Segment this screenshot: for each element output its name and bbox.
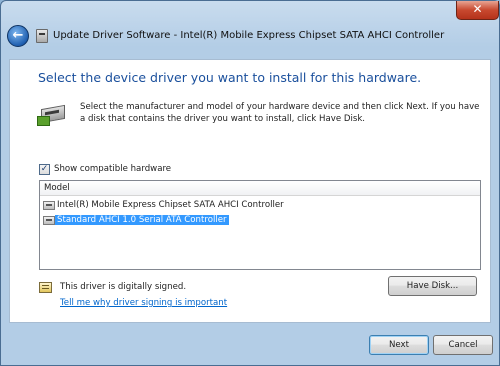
back-arrow-icon: ←: [12, 28, 24, 43]
close-button[interactable]: ✕: [456, 1, 499, 20]
list-item-label: Intel(R) Mobile Express Chipset SATA AHC…: [57, 200, 284, 210]
checkmark-icon: ✓: [40, 164, 49, 174]
list-item-label: Standard AHCI 1.0 Serial ATA Controller: [55, 215, 229, 225]
model-list[interactable]: Model Intel(R) Mobile Express Chipset SA…: [39, 180, 481, 270]
window-title: Update Driver Software - Intel(R) Mobile…: [53, 30, 445, 41]
list-item[interactable]: Intel(R) Mobile Express Chipset SATA AHC…: [42, 199, 287, 212]
model-header-label: Model: [44, 183, 70, 193]
signature-status: This driver is digitally signed.: [60, 282, 187, 292]
hardware-disk-icon: [37, 101, 67, 127]
device-manager-icon: [36, 29, 48, 43]
cancel-button[interactable]: Cancel: [433, 335, 493, 355]
driver-icon: [43, 201, 55, 210]
have-disk-button[interactable]: Have Disk...: [388, 276, 477, 296]
show-compatible-checkbox[interactable]: ✓: [39, 164, 50, 175]
show-compatible-label[interactable]: Show compatible hardware: [54, 164, 171, 174]
title-bar: ← Update Driver Software - Intel(R) Mobi…: [1, 1, 499, 59]
update-driver-window: ← Update Driver Software - Intel(R) Mobi…: [0, 0, 500, 366]
list-item-selected[interactable]: Standard AHCI 1.0 Serial ATA Controller: [42, 214, 232, 227]
driver-signing-link[interactable]: Tell me why driver signing is important: [60, 298, 227, 308]
next-button[interactable]: Next: [369, 335, 429, 355]
close-icon: ✕: [472, 2, 483, 16]
back-button[interactable]: ←: [7, 25, 29, 47]
driver-icon: [43, 216, 55, 225]
instructions-text: Select the manufacturer and model of you…: [80, 102, 480, 124]
wizard-content: Select the device driver you want to ins…: [9, 59, 491, 323]
model-column-header[interactable]: Model: [40, 181, 480, 196]
signed-driver-icon: [39, 282, 52, 293]
page-heading: Select the device driver you want to ins…: [38, 70, 422, 85]
